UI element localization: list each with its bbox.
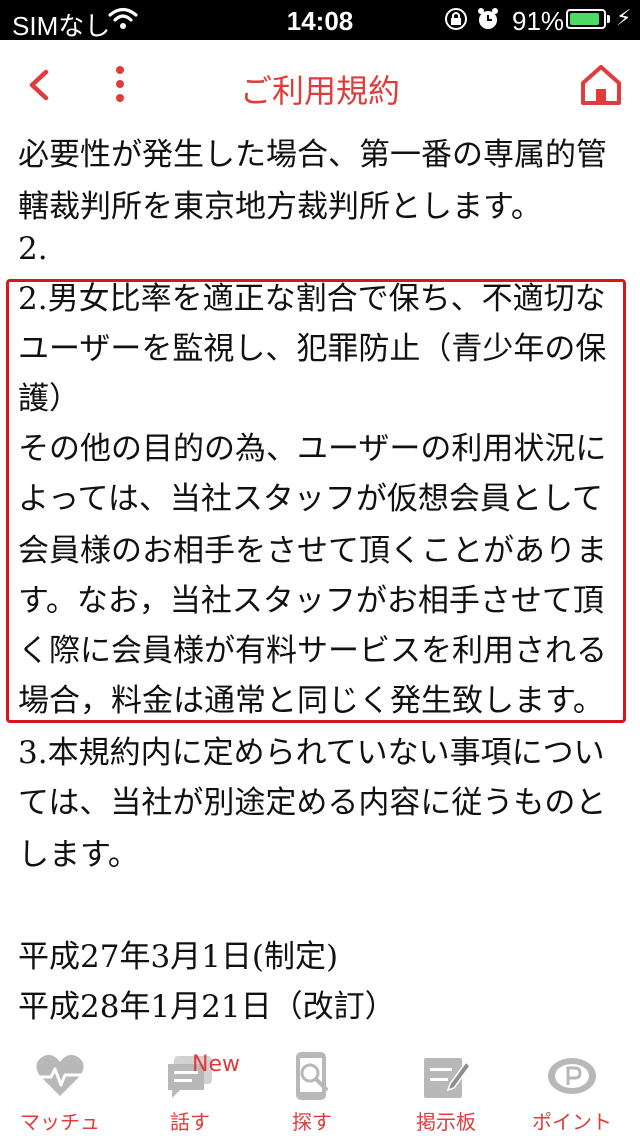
tab-label: ポイント (532, 1110, 612, 1134)
heart-pulse-icon (36, 1054, 84, 1096)
battery-percent: 91% (512, 6, 565, 36)
tab-board[interactable]: 掲示板 (386, 1038, 506, 1136)
home-icon (581, 65, 621, 105)
battery-icon (566, 9, 606, 29)
highlight-box (6, 279, 626, 723)
charging-icon: ⚡ (616, 5, 632, 30)
phone-search-icon (296, 1052, 328, 1100)
terms-content[interactable]: 必要性が発生した場合、第一番の専属的管 轄裁判所を東京地方裁判所とします。 2.… (0, 132, 640, 1038)
page-title: ご利用規約 (239, 72, 400, 110)
tab-match[interactable]: マッチュ (0, 1038, 120, 1136)
tab-label: マッチュ (20, 1110, 100, 1134)
nav-bar: ご利用規約 (0, 40, 640, 132)
new-badge: New (192, 1052, 240, 1077)
terms-line: 轄裁判所を東京地方裁判所とします。 (18, 189, 542, 225)
battery-tip (607, 15, 610, 23)
tab-label: 掲示板 (416, 1110, 476, 1134)
point-coin-icon (548, 1058, 596, 1094)
tab-points[interactable]: ポイント (512, 1038, 632, 1136)
tab-search[interactable]: 探す (252, 1038, 372, 1136)
tab-label: 話す (170, 1110, 210, 1134)
home-button[interactable] (578, 62, 624, 108)
status-bar: SIMなし 14:08 91% ⚡ (0, 0, 640, 41)
alarm-icon (478, 8, 498, 29)
status-icons (444, 6, 504, 39)
board-pen-icon (424, 1058, 471, 1098)
terms-line: ては、当社が別途定める内容に従うものと (18, 785, 607, 821)
tab-label: 探す (292, 1110, 332, 1134)
rotation-lock-icon (445, 8, 467, 30)
terms-line: 必要性が発生した場合、第一番の専属的管 (18, 137, 607, 173)
terms-line: します。 (18, 837, 139, 873)
tab-bar: マッチュ 話す 探す 掲示板 ポイント (0, 1038, 640, 1136)
terms-line: 平成28年1月21日（改訂） (18, 989, 396, 1025)
